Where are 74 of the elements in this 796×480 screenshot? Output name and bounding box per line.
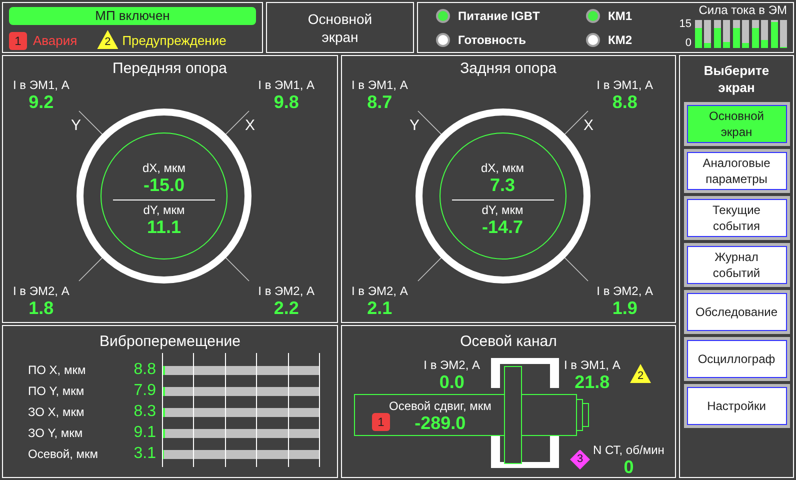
metric-label: ЗО Y, мкм [28,425,84,442]
reading-label: I в ЭМ1, А [596,78,653,92]
reading-value: 7.3 [490,175,515,195]
reading-label: I в ЭМ1, А [13,78,70,92]
reading-label: dX, мкм [142,161,186,175]
panel-title: Задняя опора [460,60,556,78]
metric-value: 9.1 [132,424,156,442]
screen-button[interactable]: Текущие события [684,196,790,240]
alarm-badge: 1 [9,32,27,50]
reading-value: -15.0 [143,175,184,195]
reading-value: 11.1 [146,217,182,237]
screen-button[interactable]: Основной экран [684,102,790,146]
metric-value: 7.9 [132,382,156,400]
axis-label: Y [71,118,82,133]
status-banner: МП включен [9,7,256,25]
reading-label: I в ЭМ2, А [596,284,653,298]
reading-value: 2.1 [367,298,392,318]
indicator-label: КМ1 [608,8,632,24]
reading-value: 8.8 [612,92,638,112]
screen-button[interactable]: Осциллограф [684,337,790,381]
reading-label: I в ЭМ2, А [352,284,408,298]
reading-value: 2.2 [274,298,299,318]
reading-label: Осевой сдвиг, мкм [389,399,492,413]
panel-title: Передняя опора [112,60,227,78]
reading-label: dY, мкм [143,203,185,217]
screen-button[interactable]: Обследование [684,290,790,334]
sidebar-title: Выберите экран [704,62,770,96]
metric-label: ПО X, мкм [28,362,87,379]
axis-label: X [584,118,594,133]
reading-label: N СТ, об/мин [593,443,664,457]
axis-label: X [245,118,256,133]
metric-label: ЗО X, мкм [28,404,86,421]
reading-label: I в ЭМ2, А [258,284,314,298]
warning-label: Предупреждение [122,32,226,50]
screen-button[interactable]: Журнал событий [684,243,790,287]
reading-label: dY, мкм [482,203,524,217]
axis-label: Y [410,118,420,133]
indicator-label: КМ2 [608,32,632,48]
reading-label: I в ЭМ1, А [352,78,408,92]
reading-value: 0.0 [439,372,464,392]
reading-value: 8.7 [367,92,392,112]
scale-label: 0 [685,38,692,49]
metric-label: Осевой, мкм [28,446,100,463]
scale-label: 15 [679,19,692,30]
panel-title: Осевой канал [460,333,557,351]
warning-badge: 2 [97,30,118,49]
metric-value: 8.8 [132,361,156,379]
screen-button[interactable]: Настройки [684,384,790,428]
reading-label: I в ЭМ1, А [564,358,620,372]
reading-label: I в ЭМ2, А [424,358,480,372]
reading-label: I в ЭМ2, А [13,284,70,298]
reading-value: 9.8 [274,92,299,112]
metric-value: 8.3 [132,403,156,421]
chart-title: Сила тока в ЭМ [698,3,787,17]
reading-label: I в ЭМ1, А [258,78,314,92]
reading-value: -14.7 [482,217,524,237]
warning-badge: 2 [630,364,651,383]
reading-value: 0 [624,457,634,477]
indicator-label: Готовность [458,32,526,48]
panel-title: Виброперемещение [100,333,240,351]
alarm-label: Авария [33,32,78,50]
reading-label: dX, мкм [480,161,524,175]
alarm-badge: 1 [372,413,390,431]
metric-label: ПО Y, мкм [28,383,86,400]
screen-title: Основной экран [308,10,372,46]
info-badge: 3 [570,450,590,470]
indicator-label: Питание IGBT [458,8,540,24]
screen-button[interactable]: Аналоговые параметры [684,149,790,193]
reading-value: 1.8 [28,298,54,318]
metric-value: 3.1 [132,445,156,463]
reading-value: 21.8 [574,372,610,392]
reading-value: 9.2 [28,92,54,112]
reading-value: -289.0 [414,413,466,433]
reading-value: 1.9 [612,298,638,318]
